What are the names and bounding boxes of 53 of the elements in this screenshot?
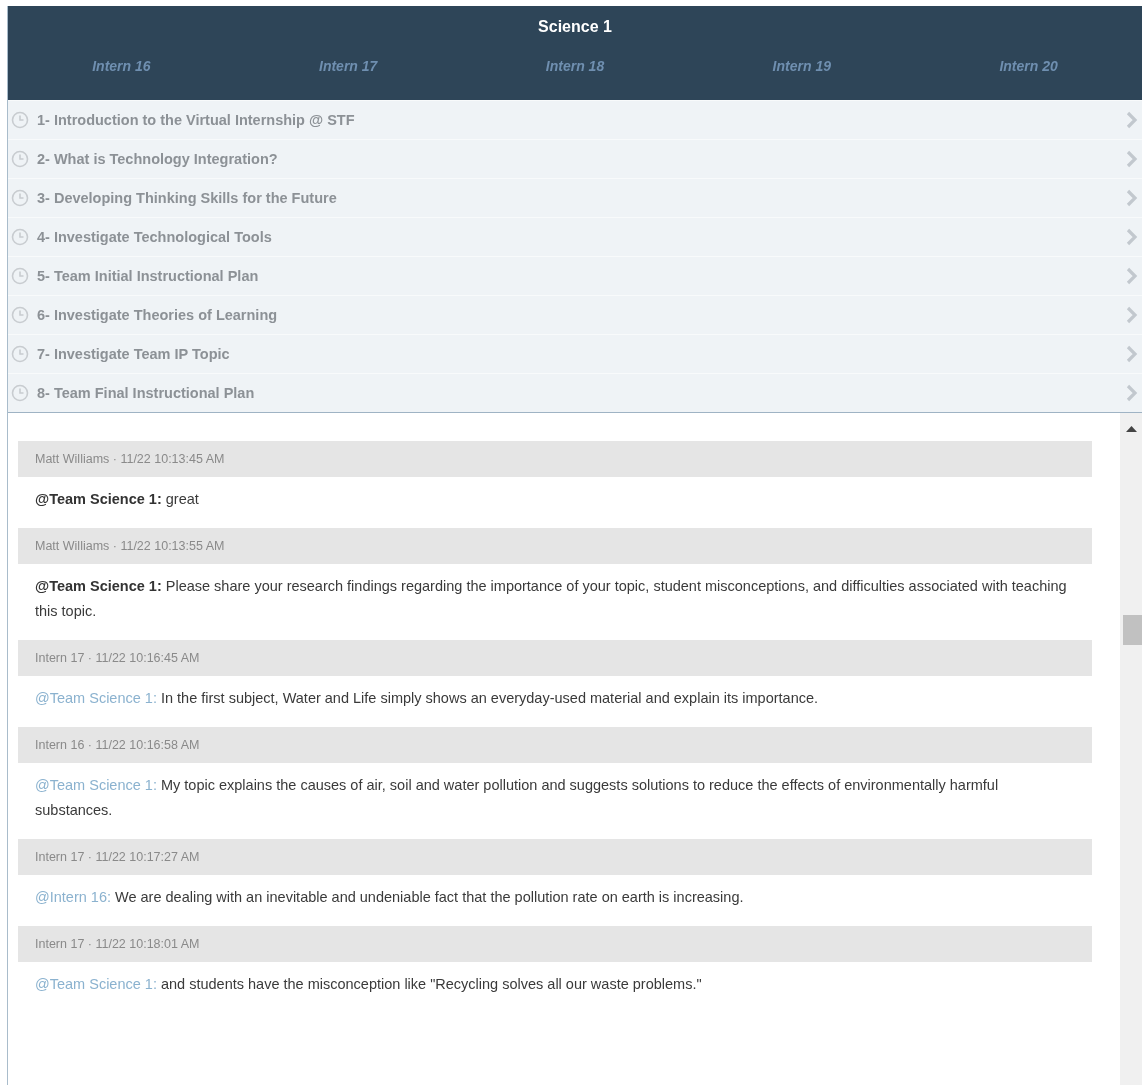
team-title: Science 1	[538, 17, 612, 37]
lesson-title: 8- Team Final Instructional Plan	[37, 385, 256, 401]
chevron-right-icon	[1126, 228, 1138, 246]
clock-icon	[11, 345, 29, 363]
lesson-row[interactable]: 5- Team Initial Instructional Plan	[8, 256, 1142, 295]
intern-name[interactable]: Intern 16	[8, 58, 235, 74]
lesson-title: 2- What is Technology Integration?	[37, 151, 279, 167]
lesson-title: 7- Investigate Team IP Topic	[37, 346, 231, 362]
lesson-title: 5- Team Initial Instructional Plan	[37, 268, 260, 284]
clock-icon	[11, 228, 29, 246]
chevron-right-icon	[1126, 150, 1138, 168]
message-header: Intern 17 · 11/22 10:16:45 AM	[18, 640, 1092, 676]
message-header: Intern 17 · 11/22 10:18:01 AM	[18, 926, 1092, 962]
lesson-title: 4- Investigate Technological Tools	[37, 229, 273, 245]
message-text: @Team Science 1: Please share your research findings regarding the importance of your topic, student misconceptions, and difficulties associated with teaching this topic.	[34, 577, 1068, 621]
lesson-title: 6- Investigate Theories of Learning	[37, 307, 279, 323]
chevron-right-icon	[1126, 384, 1138, 402]
message-header: Matt Williams · 11/22 10:13:45 AM	[18, 441, 1092, 477]
chevron-right-icon	[1126, 306, 1138, 324]
chevron-right-icon	[1126, 189, 1138, 207]
message-text: @Team Science 1: My topic explains the causes of air, soil and water pollution and suggests solutions to reduce the effects of environmentally harmful substances.	[34, 776, 1000, 820]
chevron-right-icon	[1126, 111, 1138, 129]
lesson-row[interactable]: 8- Team Final Instructional Plan	[8, 373, 1142, 412]
intern-name[interactable]: Intern 17	[234, 58, 462, 74]
clock-icon	[11, 384, 29, 402]
scroll-up-icon[interactable]	[1126, 426, 1137, 432]
lesson-row[interactable]: 4- Investigate Technological Tools	[8, 217, 1142, 256]
clock-icon	[11, 267, 29, 285]
scrollbar[interactable]	[1120, 413, 1142, 1085]
clock-icon	[11, 189, 29, 207]
chevron-right-icon	[1126, 345, 1138, 363]
lesson-row[interactable]: 3- Developing Thinking Skills for the Future	[8, 178, 1142, 217]
clock-icon	[11, 150, 29, 168]
lesson-row[interactable]: 1- Introduction to the Virtual Internship @ STF	[8, 100, 1142, 139]
lesson-row[interactable]: 6- Investigate Theories of Learning	[8, 295, 1142, 334]
message-header: Intern 17 · 11/22 10:17:27 AM	[18, 839, 1092, 875]
clock-icon	[11, 306, 29, 324]
message-text: @Team Science 1: In the first subject, Water and Life simply shows an everyday-used material and explain its importance.	[34, 689, 820, 708]
clock-icon	[11, 111, 29, 129]
lesson-title: 3- Developing Thinking Skills for the Future	[37, 190, 338, 206]
intern-name[interactable]: Intern 18	[461, 58, 689, 74]
lesson-title: 1- Introduction to the Virtual Internship @ STF	[37, 112, 356, 128]
message-text: @Team Science 1: great	[34, 490, 200, 509]
scroll-thumb[interactable]	[1123, 615, 1142, 645]
chevron-right-icon	[1126, 267, 1138, 285]
intern-name[interactable]: Intern 20	[915, 58, 1142, 74]
intern-name[interactable]: Intern 19	[688, 58, 916, 74]
message-text: @Intern 16: We are dealing with an inevitable and undeniable fact that the pollution rate on earth is increasing.	[34, 888, 745, 907]
lesson-row[interactable]: 2- What is Technology Integration?	[8, 139, 1142, 178]
message-header: Intern 16 · 11/22 10:16:58 AM	[18, 727, 1092, 763]
message-text: @Team Science 1: and students have the misconception like "Recycling solves all our waste problems."	[34, 975, 703, 994]
message-header: Matt Williams · 11/22 10:13:55 AM	[18, 528, 1092, 564]
lesson-row[interactable]: 7- Investigate Team IP Topic	[8, 334, 1142, 373]
